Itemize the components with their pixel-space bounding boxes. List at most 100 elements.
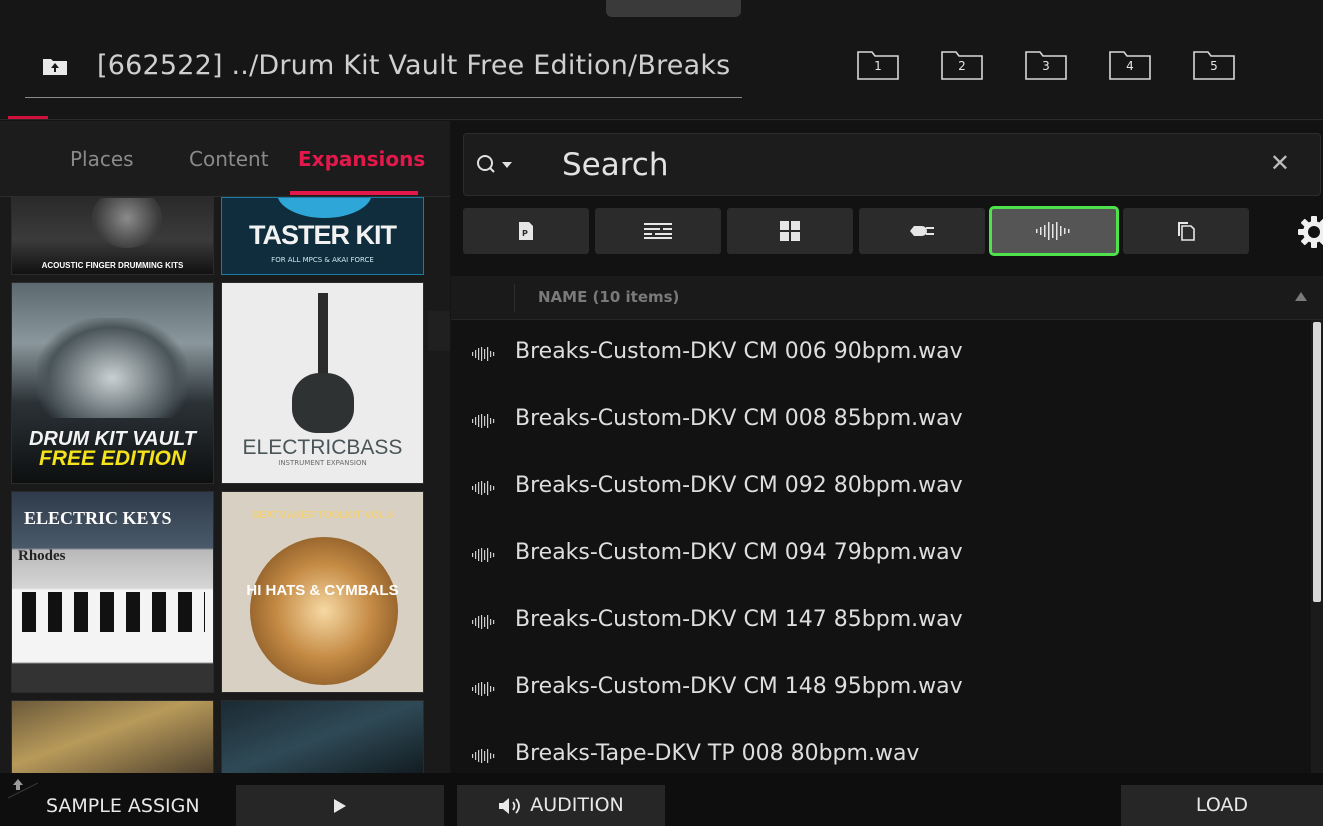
search-input[interactable]: Search — [562, 147, 669, 183]
expansion-grid: ACOUSTIC FINGER DRUMMING KITS TASTER KIT… — [0, 197, 430, 773]
shortcut-number: 1 — [874, 59, 882, 73]
expansion-title: HI HATS & CYMBALS — [246, 582, 399, 599]
file-name: Breaks-Tape-DKV TP 008 80bpm.wav — [515, 741, 920, 766]
plug-icon — [910, 226, 934, 236]
bass-body — [292, 373, 354, 433]
active-tab-indicator — [290, 191, 418, 195]
expansion-drum-kit-vault[interactable]: DRUM KIT VAULT FREE EDITION — [11, 282, 214, 484]
expansion-title: TASTER KIT — [249, 220, 397, 250]
expansion-subtitle: Rhodes — [18, 548, 66, 564]
search-bar[interactable]: Search ✕ — [463, 133, 1321, 196]
program-filter-button[interactable]: P — [463, 208, 589, 254]
close-icon[interactable]: ✕ — [1270, 151, 1290, 175]
expansion-taster-kit[interactable]: TASTER KIT FOR ALL MPCS & AKAI FORCE — [221, 197, 424, 275]
waveform-icon — [472, 347, 495, 361]
file-name: Breaks-Custom-DKV CM 008 85bpm.wav — [515, 406, 963, 431]
expansion-acoustic-finger-drumming[interactable]: ACOUSTIC FINGER DRUMMING KITS — [11, 197, 214, 275]
grid-icon — [780, 221, 800, 241]
expansion-hi-hats-cymbals[interactable]: BEATMAKER TOOLKIT VOL 3 HI HATS & CYMBAL… — [221, 491, 424, 693]
list-item[interactable]: Breaks-Custom-DKV CM 008 85bpm.wav — [451, 387, 1311, 454]
project-filter-button[interactable] — [1123, 208, 1249, 254]
current-path: [662522] ../Drum Kit Vault Free Edition/… — [97, 50, 731, 81]
corner-arrow-icon — [8, 779, 38, 799]
load-button[interactable]: LOAD — [1121, 785, 1323, 826]
sample-assign-button[interactable]: SAMPLE ASSIGN — [46, 795, 200, 817]
sequence-filter-button[interactable] — [595, 208, 721, 254]
file-list-scrollbar[interactable] — [1311, 320, 1323, 773]
file-name: Breaks-Custom-DKV CM 148 95bpm.wav — [515, 674, 963, 699]
sort-ascending-icon[interactable] — [1295, 292, 1307, 301]
drum-photo — [92, 198, 162, 248]
top-pull-tab[interactable] — [606, 0, 741, 17]
expansion-title: ELECTRIC KEYS — [24, 508, 172, 528]
left-pane-scrollbar[interactable] — [428, 311, 450, 351]
expansion-title: ELECTRICBASS — [242, 436, 403, 459]
plugin-filter-button[interactable] — [859, 208, 985, 254]
svg-text:P: P — [522, 229, 528, 238]
sample-filter-button[interactable] — [989, 206, 1119, 256]
tab-expansions[interactable]: Expansions — [298, 147, 425, 171]
browser-left-pane: Places Content Expansions ACOUSTIC FINGE… — [0, 121, 450, 773]
location-tabs: Places Content Expansions — [0, 121, 450, 197]
waveform-icon — [472, 414, 495, 428]
list-item[interactable]: Breaks-Custom-DKV CM 092 80bpm.wav — [451, 454, 1311, 521]
expansion-snare-kit[interactable] — [221, 700, 424, 773]
folder-shortcut-4[interactable]: 4 — [1109, 50, 1151, 80]
waveform-icon — [472, 615, 495, 629]
shortcut-number: 4 — [1126, 59, 1134, 73]
speaker-icon — [499, 797, 521, 814]
waveform-icon — [472, 682, 495, 696]
name-column-header[interactable]: NAME (10 items) — [538, 288, 679, 306]
expansion-subtitle: BEATMAKER TOOLKIT VOL 3 — [251, 510, 394, 521]
shortcut-number: 3 — [1042, 59, 1050, 73]
expansion-electric-keys[interactable]: ELECTRIC KEYS Rhodes — [11, 491, 214, 693]
tab-content[interactable]: Content — [189, 147, 269, 171]
column-separator — [514, 284, 515, 312]
list-item[interactable]: Breaks-Custom-DKV CM 148 95bpm.wav — [451, 655, 1311, 722]
audition-label: AUDITION — [530, 794, 624, 816]
gear-icon[interactable] — [1297, 215, 1323, 249]
path-bar: [662522] ../Drum Kit Vault Free Edition/… — [25, 40, 742, 98]
expansion-subtitle: FREE EDITION — [38, 447, 186, 470]
accent-line — [8, 116, 48, 119]
list-item[interactable]: Breaks-Custom-DKV CM 147 85bpm.wav — [451, 588, 1311, 655]
audition-button[interactable]: AUDITION — [457, 785, 665, 826]
file-name: Breaks-Custom-DKV CM 147 85bpm.wav — [515, 607, 963, 632]
folder-shortcut-2[interactable]: 2 — [941, 50, 983, 80]
file-name: Breaks-Custom-DKV CM 092 80bpm.wav — [515, 473, 963, 498]
list-item[interactable]: Breaks-Custom-DKV CM 006 90bpm.wav — [451, 320, 1311, 387]
piano-black-keys — [22, 592, 205, 632]
file-name: Breaks-Custom-DKV CM 094 79bpm.wav — [515, 540, 963, 565]
file-name: Breaks-Custom-DKV CM 006 90bpm.wav — [515, 339, 963, 364]
browser-right-pane: Search ✕ P NAME (10 items) Breaks-Custom… — [451, 121, 1323, 773]
expansion-subtitle: INSTRUMENT EXPANSION — [278, 459, 367, 467]
scrollbar-thumb[interactable] — [1313, 322, 1321, 602]
waveform-icon — [472, 548, 495, 562]
drum-kit-photo — [37, 318, 187, 418]
search-icon[interactable] — [476, 154, 516, 176]
shortcut-number: 5 — [1210, 59, 1218, 73]
file-list: Breaks-Custom-DKV CM 006 90bpm.wav Break… — [451, 320, 1311, 773]
waveform-icon — [472, 749, 495, 763]
list-item[interactable]: Breaks-Custom-DKV CM 094 79bpm.wav — [451, 521, 1311, 588]
play-button[interactable] — [236, 785, 444, 826]
expansion-electric-bass[interactable]: ELECTRICBASS INSTRUMENT EXPANSION — [221, 282, 424, 484]
waveform-icon — [1036, 222, 1070, 240]
expansion-cymbal-kit[interactable] — [11, 700, 214, 773]
kit-filter-button[interactable] — [727, 208, 853, 254]
top-bar: [662522] ../Drum Kit Vault Free Edition/… — [0, 0, 1323, 120]
folder-shortcut-5[interactable]: 5 — [1193, 50, 1235, 80]
folder-shortcut-3[interactable]: 3 — [1025, 50, 1067, 80]
sequence-icon — [644, 223, 672, 239]
expansion-subtitle: FOR ALL MPCS & AKAI FORCE — [271, 256, 374, 264]
tab-places[interactable]: Places — [70, 147, 134, 171]
waveform-icon — [472, 481, 495, 495]
copy-icon — [1178, 222, 1195, 241]
list-item[interactable]: Breaks-Tape-DKV TP 008 80bpm.wav — [451, 722, 1311, 773]
play-icon — [334, 798, 346, 813]
file-list-header[interactable]: NAME (10 items) — [451, 276, 1323, 320]
folder-up-icon[interactable] — [42, 56, 68, 76]
folder-shortcut-1[interactable]: 1 — [857, 50, 899, 80]
bottom-bar: SAMPLE ASSIGN AUDITION LOAD — [0, 773, 1323, 826]
type-filter-row: P — [463, 206, 1323, 256]
